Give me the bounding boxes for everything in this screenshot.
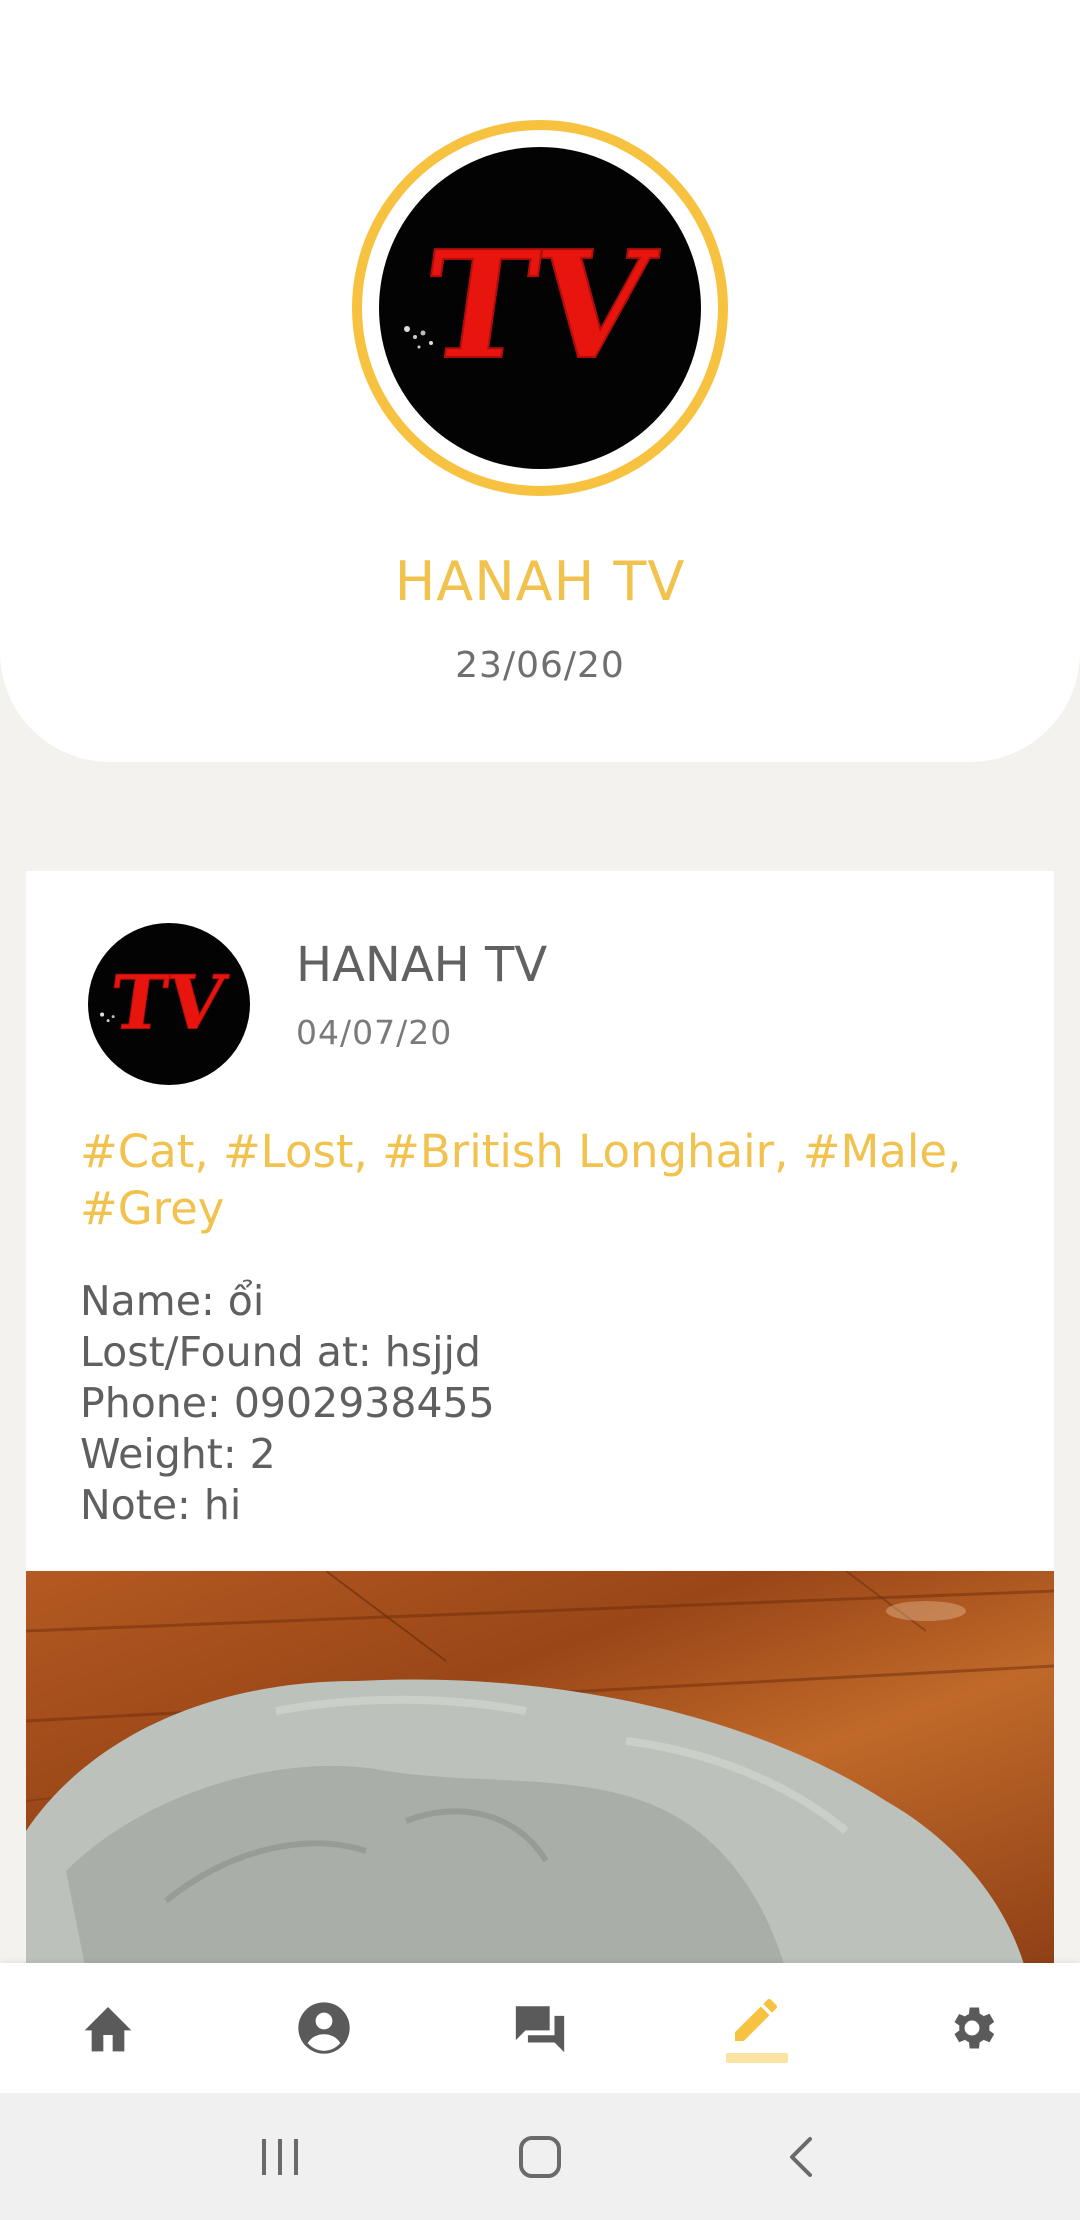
nav-profile[interactable] (264, 1973, 384, 2083)
nav-edit[interactable] (696, 1973, 816, 2083)
nav-chat[interactable] (480, 1973, 600, 2083)
profile-avatar[interactable]: TV (352, 120, 728, 496)
detail-name: Name: ổi (80, 1277, 265, 1325)
home-icon (84, 2007, 132, 2052)
detail-phone: Phone: 0902938455 (80, 1379, 495, 1427)
post-tags: #Cat, #Lost, #British Longhair, #Male, #… (80, 1125, 962, 1235)
post-author-name[interactable]: HANAH TV (296, 937, 547, 993)
home-square-icon (519, 2135, 561, 2178)
system-back-button[interactable] (755, 2112, 845, 2202)
back-chevron-icon (790, 2136, 812, 2177)
settings-gear-icon (954, 2007, 995, 2049)
chat-icon (515, 2006, 565, 2053)
bottom-nav (0, 1963, 1080, 2093)
profile-date: 23/06/20 (455, 645, 625, 686)
nav-home[interactable] (48, 1973, 168, 2083)
recent-apps-icon (262, 2138, 298, 2175)
avatar-logo: TV (379, 147, 701, 469)
avatar-logo-text: TV (105, 959, 232, 1047)
nav-settings[interactable] (912, 1973, 1032, 2083)
post-details: Name: ổi Lost/Found at: hsjjd Phone: 090… (80, 1276, 1020, 1531)
profile-name: HANAH TV (394, 550, 686, 613)
post-photo[interactable] (26, 1571, 1054, 1971)
account-circle-icon (298, 2002, 350, 2054)
avatar-logo-text: TV (413, 219, 665, 393)
edit-pencil-icon (735, 1998, 777, 2041)
detail-location: Lost/Found at: hsjjd (80, 1328, 481, 1376)
post-card[interactable]: TV HANAH TV 04/07/20 #Cat, #Lost, #Briti… (26, 871, 1054, 1971)
recent-apps-button[interactable] (235, 2112, 325, 2202)
screen: TV HANAH TV 23/06/20 TV HANAH TV 04/07/2… (0, 0, 1080, 2220)
system-home-button[interactable] (495, 2112, 585, 2202)
system-nav-bar (0, 2093, 1080, 2220)
profile-header: TV HANAH TV 23/06/20 (0, 0, 1080, 762)
post-author-avatar[interactable]: TV (88, 923, 250, 1085)
detail-note: Note: hi (80, 1481, 242, 1529)
active-tab-indicator (726, 2053, 788, 2063)
avatar-logo: TV (88, 923, 250, 1085)
detail-weight: Weight: 2 (80, 1430, 276, 1478)
post-date: 04/07/20 (296, 1013, 453, 1052)
